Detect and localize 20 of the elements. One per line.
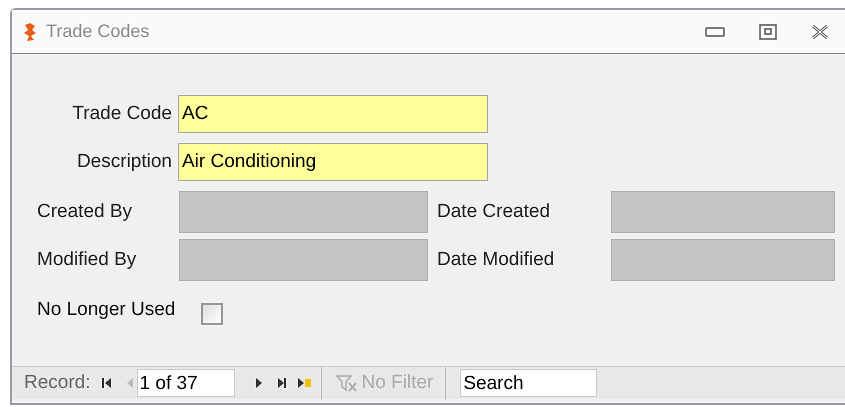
checkbox-label: No Longer Used — [37, 298, 176, 322]
filter-icon — [336, 374, 358, 392]
search-field[interactable]: Search — [460, 369, 598, 397]
window-title: Trade Codes — [46, 20, 150, 43]
field-label: Date Created — [436, 200, 552, 224]
checkbox[interactable] — [201, 303, 224, 325]
minimize-icon[interactable] — [705, 26, 725, 36]
field-label: Trade Code — [71, 102, 173, 126]
field-label: Description — [76, 150, 173, 174]
field-label: Date Modified — [436, 248, 556, 272]
text-field[interactable]: AC — [178, 95, 488, 133]
field-label: Created By — [37, 200, 134, 224]
first-record-icon[interactable] — [100, 377, 113, 389]
record-position-field[interactable]: 1 of 37 — [136, 369, 235, 397]
record-label: Record: — [24, 370, 91, 395]
close-icon[interactable] — [811, 24, 829, 40]
app-icon — [22, 22, 38, 42]
field-label: Modified By — [37, 248, 138, 272]
text-field[interactable]: Air Conditioning — [178, 143, 488, 181]
maximize-icon[interactable] — [759, 24, 777, 40]
